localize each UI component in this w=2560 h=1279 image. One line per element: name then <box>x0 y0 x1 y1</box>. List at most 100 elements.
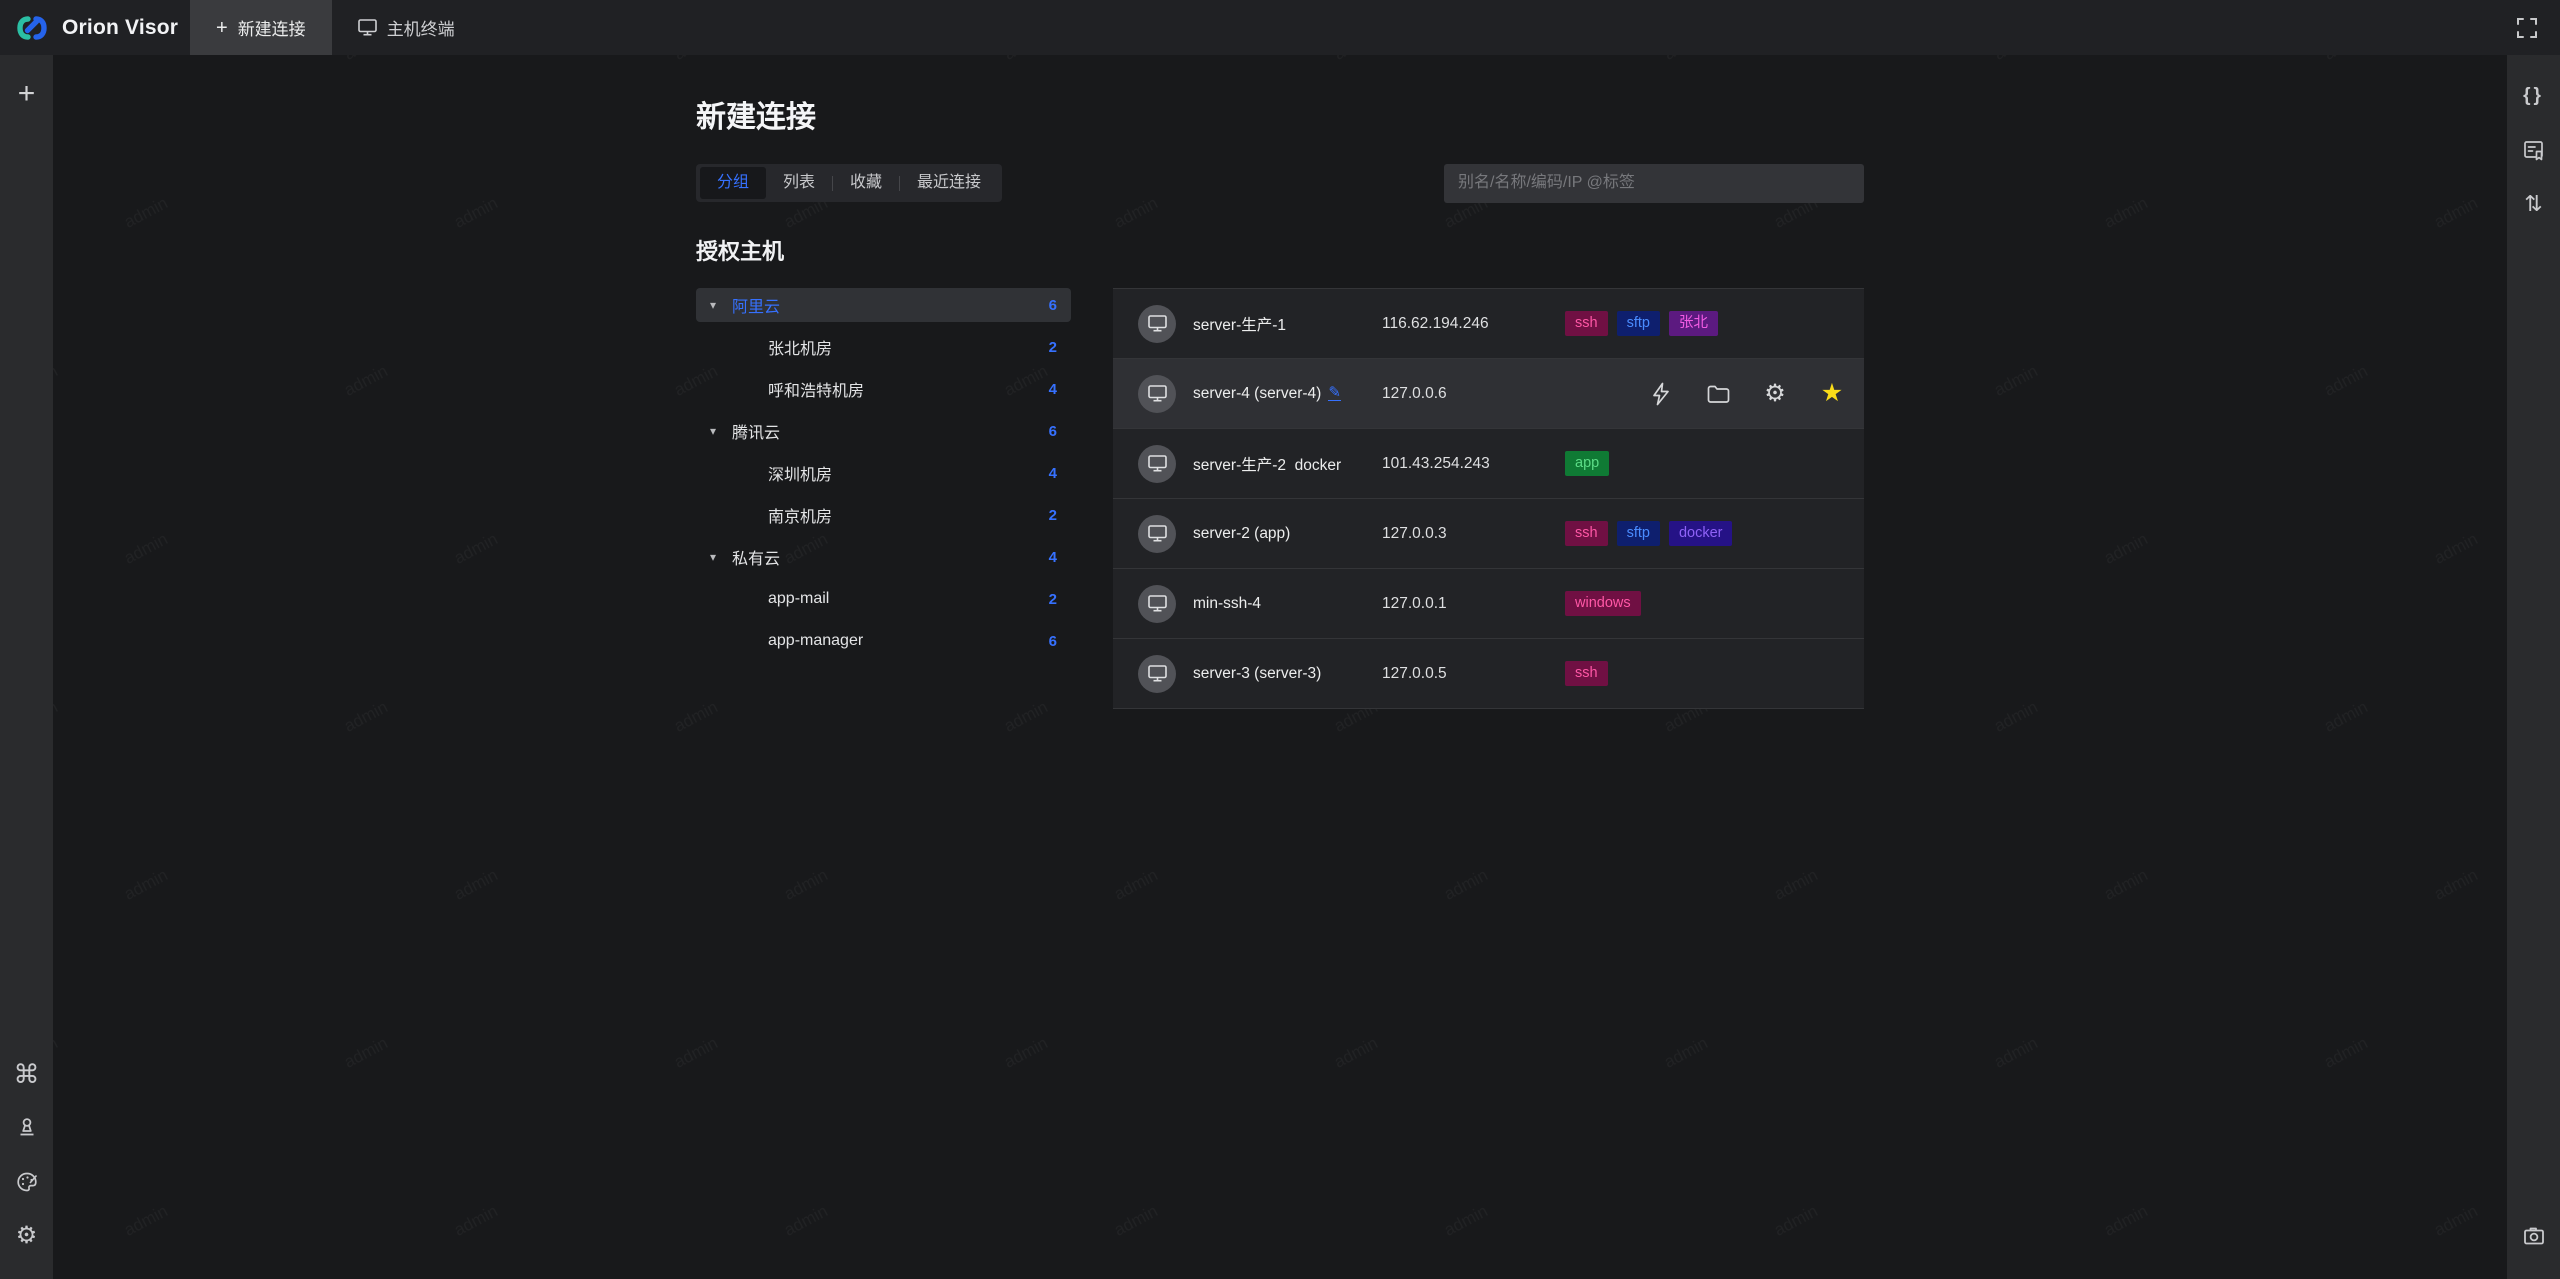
host-row[interactable]: server-生产-2 docker 101.43.254.243 app <box>1113 429 1864 499</box>
host-monitor-icon <box>1138 585 1176 623</box>
host-tags: app <box>1565 451 1609 476</box>
command-snippet-icon[interactable]: ⌘ <box>10 1057 44 1091</box>
orion-logo-icon <box>14 10 50 46</box>
host-tag: windows <box>1565 591 1641 616</box>
terminal-connect-icon[interactable] <box>1649 382 1673 406</box>
sort-arrows-icon[interactable]: ⇅ <box>2517 187 2551 221</box>
tree-item-label: 阿里云 <box>732 293 1049 317</box>
header-tab-label: 新建连接 <box>238 15 306 40</box>
json-braces-icon[interactable]: {} <box>2517 79 2551 113</box>
stamp-icon[interactable] <box>10 1111 44 1145</box>
header-tab-label: 主机终端 <box>387 15 455 40</box>
host-tag: app <box>1565 451 1609 476</box>
tree-item-label: 腾讯云 <box>732 419 1049 443</box>
host-ip: 101.43.254.243 <box>1382 455 1565 473</box>
host-name: server-2 (app) <box>1193 525 1290 543</box>
tree-group-item[interactable]: 张北机房 2 <box>696 330 1071 364</box>
tree-item-count: 4 <box>1049 381 1057 398</box>
host-settings-gear-icon[interactable]: ⚙ <box>1763 382 1787 406</box>
host-tag: sftp <box>1617 311 1660 336</box>
host-tags: windows <box>1565 591 1641 616</box>
header-tab-host-terminal[interactable]: 主机终端 <box>332 0 481 55</box>
host-tag: ssh <box>1565 521 1608 546</box>
tree-item-label: 南京机房 <box>768 503 1049 527</box>
host-ip: 127.0.0.5 <box>1382 665 1565 683</box>
monitor-icon <box>358 19 377 36</box>
tree-item-label: 深圳机房 <box>768 461 1049 485</box>
header-tab-new-connection[interactable]: + 新建连接 <box>190 0 332 55</box>
host-name: server-3 (server-3) <box>1193 665 1321 683</box>
tree-item-label: app-manager <box>768 632 1049 650</box>
tree-item-count: 2 <box>1049 339 1057 356</box>
top-bar: Orion Visor + 新建连接 主机终端 <box>0 0 2560 55</box>
page-title: 新建连接 <box>696 92 1864 136</box>
host-name: server-生产-1 <box>1193 313 1286 335</box>
host-tags: sshsftp docker <box>1565 521 1732 546</box>
host-actions: ⚙ ★ <box>1649 359 1844 428</box>
settings-gear-icon[interactable]: ⚙ <box>10 1219 44 1253</box>
tree-item-count: 4 <box>1049 465 1057 482</box>
fullscreen-icon[interactable] <box>2510 11 2544 45</box>
tree-item-count: 2 <box>1049 591 1057 608</box>
view-tab-list[interactable]: 列表 <box>766 167 832 199</box>
host-name: server-4 (server-4) <box>1193 385 1321 403</box>
host-group-tree: ▾ 阿里云 6 张北机房 2 呼和浩特机房 4 ▾ 腾讯云 6 深圳机房 4 南… <box>696 288 1071 666</box>
host-tags: sshsftp张北 <box>1565 311 1718 336</box>
host-row[interactable]: server-2 (app) 127.0.0.3 sshsftp docker <box>1113 499 1864 569</box>
host-ip: 127.0.0.6 <box>1382 385 1565 403</box>
app-brand: Orion Visor <box>0 0 190 55</box>
favorite-star-icon[interactable]: ★ <box>1820 382 1844 406</box>
host-list: server-生产-1 116.62.194.246 sshsftp张北 ser… <box>1113 288 1864 709</box>
tree-group-item[interactable]: ▾ 私有云 4 <box>696 540 1071 574</box>
view-switcher: 分组 列表 收藏 最近连接 <box>696 164 1002 202</box>
view-tab-group[interactable]: 分组 <box>700 167 766 199</box>
host-search-input[interactable] <box>1444 164 1864 203</box>
left-sidebar: + ⌘ ⚙ <box>0 55 53 1279</box>
main-area: adminadminadminadminadminadminadminadmin… <box>53 55 2507 1279</box>
host-monitor-icon <box>1138 375 1176 413</box>
host-ip: 127.0.0.3 <box>1382 525 1565 543</box>
host-name: min-ssh-4 <box>1193 595 1261 613</box>
tree-group-item[interactable]: app-manager 6 <box>696 624 1071 658</box>
tree-group-item[interactable]: ▾ 腾讯云 6 <box>696 414 1071 448</box>
palette-icon[interactable] <box>10 1165 44 1199</box>
host-monitor-icon <box>1138 655 1176 693</box>
tree-group-item[interactable]: app-mail 2 <box>696 582 1071 616</box>
tree-item-count: 2 <box>1049 507 1057 524</box>
host-name: server-生产-2 docker <box>1193 453 1341 475</box>
tree-item-count: 6 <box>1049 633 1057 650</box>
caret-down-icon[interactable]: ▾ <box>710 424 732 438</box>
tree-item-count: 6 <box>1049 423 1057 440</box>
section-heading-authorized-hosts: 授权主机 <box>696 234 1864 266</box>
right-sidebar: {} ⇅ <box>2507 55 2560 1279</box>
tree-item-label: 张北机房 <box>768 335 1049 359</box>
tree-item-count: 4 <box>1049 549 1057 566</box>
edit-pencil-icon[interactable]: ✎ <box>1328 386 1341 401</box>
host-row[interactable]: min-ssh-4 127.0.0.1 windows <box>1113 569 1864 639</box>
document-bookmark-icon[interactable] <box>2517 133 2551 167</box>
tree-group-item[interactable]: 呼和浩特机房 4 <box>696 372 1071 406</box>
sftp-folder-icon[interactable] <box>1706 382 1730 406</box>
host-tag: sftp <box>1617 521 1660 546</box>
plus-icon: + <box>216 18 228 38</box>
host-tag: ssh <box>1565 311 1608 336</box>
host-tag: docker <box>1669 521 1733 546</box>
host-row[interactable]: server-3 (server-3) 127.0.0.5 ssh <box>1113 639 1864 709</box>
host-row[interactable]: server-生产-1 116.62.194.246 sshsftp张北 <box>1113 289 1864 359</box>
view-tab-favorite[interactable]: 收藏 <box>833 167 899 199</box>
screenshot-camera-icon[interactable] <box>2517 1219 2551 1253</box>
host-monitor-icon <box>1138 305 1176 343</box>
caret-down-icon[interactable]: ▾ <box>710 550 732 564</box>
tree-item-label: app-mail <box>768 590 1049 608</box>
host-row[interactable]: server-4 (server-4) ✎ 127.0.0.6 ⚙ ★ <box>1113 359 1864 429</box>
tree-group-item[interactable]: 南京机房 2 <box>696 498 1071 532</box>
host-tag: ssh <box>1565 661 1608 686</box>
view-tab-recent[interactable]: 最近连接 <box>900 167 998 199</box>
host-monitor-icon <box>1138 445 1176 483</box>
app-title: Orion Visor <box>62 16 178 40</box>
add-icon[interactable]: + <box>10 77 44 111</box>
tree-group-item[interactable]: 深圳机房 4 <box>696 456 1071 490</box>
caret-down-icon[interactable]: ▾ <box>710 298 732 312</box>
host-tags: ssh <box>1565 661 1608 686</box>
tree-group-item[interactable]: ▾ 阿里云 6 <box>696 288 1071 322</box>
